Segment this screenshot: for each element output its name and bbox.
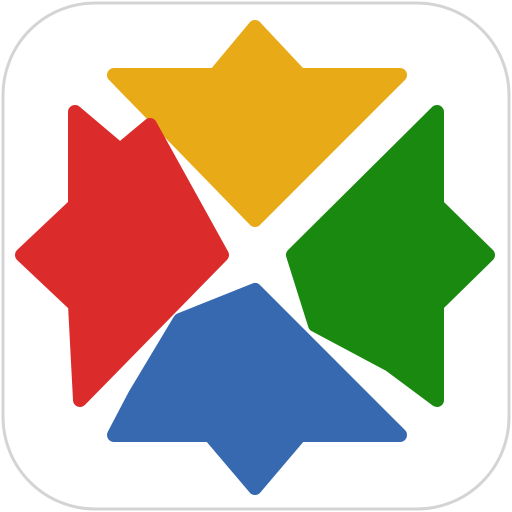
app-icon-graphic [1, 1, 511, 511]
app-icon [0, 0, 512, 512]
